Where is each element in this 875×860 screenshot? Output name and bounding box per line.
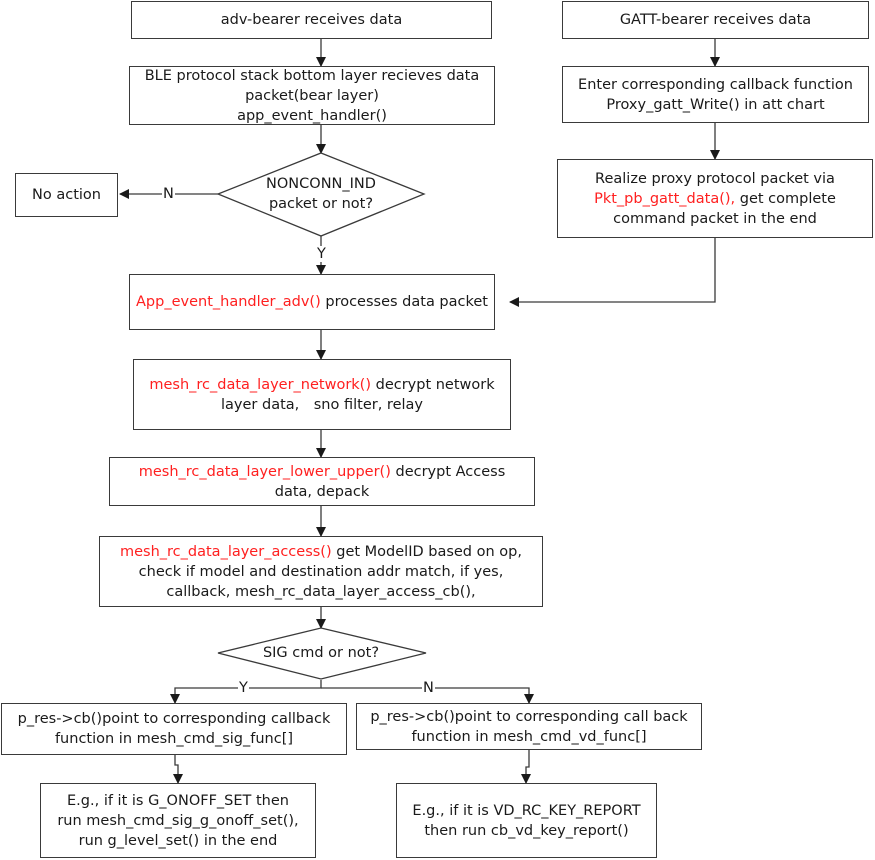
lower-upper-func: mesh_rc_data_layer_lower_upper() [138,463,391,480]
sig-example-line2: run mesh_cmd_sig_g_onoff_set(), [57,812,299,829]
lower-upper-box: mesh_rc_data_layer_lower_upper() decrypt… [109,457,535,506]
sig-no-label: N [422,680,435,696]
sig-func-line1: p_res->cb()point to corresponding callba… [17,711,331,727]
access-layer-box: mesh_rc_data_layer_access() get ModelID … [99,536,543,607]
adv-bearer-text: adv-bearer receives data [220,12,403,28]
realize-proxy-line3: command packet in the end [613,210,817,227]
sig-example-box: E.g., if it is G_ONOFF_SET then run mesh… [40,783,316,858]
adv-bearer-box: adv-bearer receives data [131,1,492,39]
app-event-handler-adv-func: App_event_handler_adv() [136,294,321,310]
arrow-vd-func-to-example [521,750,531,784]
ble-stack-line3: app_event_handler() [237,107,387,124]
lower-upper-line2: data, depack [274,483,370,500]
vd-example-box: E.g., if it is VD_RC_KEY_REPORT then run… [396,783,657,858]
sig-yes-label: Y [238,680,249,696]
vd-func-line1: p_res->cb()point to corresponding call b… [370,708,688,725]
ble-stack-box: BLE protocol stack bottom layer recieves… [129,66,495,125]
sig-example-line3: run g_level_set() in the end [78,832,278,849]
arrow-sig-func-to-example [173,755,183,784]
no-action-box: No action [15,173,118,217]
nonconn-no-label: N [162,186,175,202]
sig-func-line2: function in mesh_cmd_sig_func[] [54,731,294,747]
realize-proxy-box: Realize proxy protocol packet via Pkt_pb… [557,159,873,238]
network-layer-box: mesh_rc_data_layer_network() decrypt net… [133,359,511,430]
nonconn-yes-label: Y [316,246,327,262]
access-layer-line3: callback, mesh_rc_data_layer_access_cb()… [166,583,476,600]
realize-proxy-line1: Realize proxy protocol packet via [595,170,835,187]
ble-stack-line1: BLE protocol stack bottom layer recieves… [144,67,480,84]
enter-callback-line2: Proxy_gatt_Write() in att chart [606,96,825,113]
arrow-realize-to-app [509,238,716,307]
ble-stack-line2: packet(bear layer) [245,87,379,104]
access-layer-line2: check if model and destination addr matc… [138,563,504,580]
no-action-text: No action [32,187,101,203]
enter-callback-line1: Enter corresponding callback function [578,76,853,93]
vd-example-line1: E.g., if it is VD_RC_KEY_REPORT [412,802,641,819]
nonconn-decision-text: NONCONN_IND packet or not? [266,176,376,212]
app-event-adv-box: App_event_handler_adv() processes data p… [129,274,495,330]
network-layer-func: mesh_rc_data_layer_network() [149,376,371,393]
enter-callback-box: Enter corresponding callback function Pr… [562,66,869,123]
network-layer-line2: layer data, sno filter, relay [221,396,423,413]
sig-example-line1: E.g., if it is G_ONOFF_SET then [67,792,289,809]
access-layer-func: mesh_rc_data_layer_access() [120,543,332,560]
sig-func-box: p_res->cb()point to corresponding callba… [1,703,347,755]
pkt-pb-gatt-data-func: Pkt_pb_gatt_data(), [594,190,736,207]
vd-func-line2: function in mesh_cmd_vd_func[] [411,728,647,745]
vd-example-line2: then run cb_vd_key_report() [424,822,629,839]
gatt-bearer-box: GATT-bearer receives data [562,1,869,39]
gatt-bearer-text: GATT-bearer receives data [619,12,812,28]
sig-decision-text: SIG cmd or not? [262,645,380,661]
vd-func-box: p_res->cb()point to corresponding call b… [356,703,702,750]
